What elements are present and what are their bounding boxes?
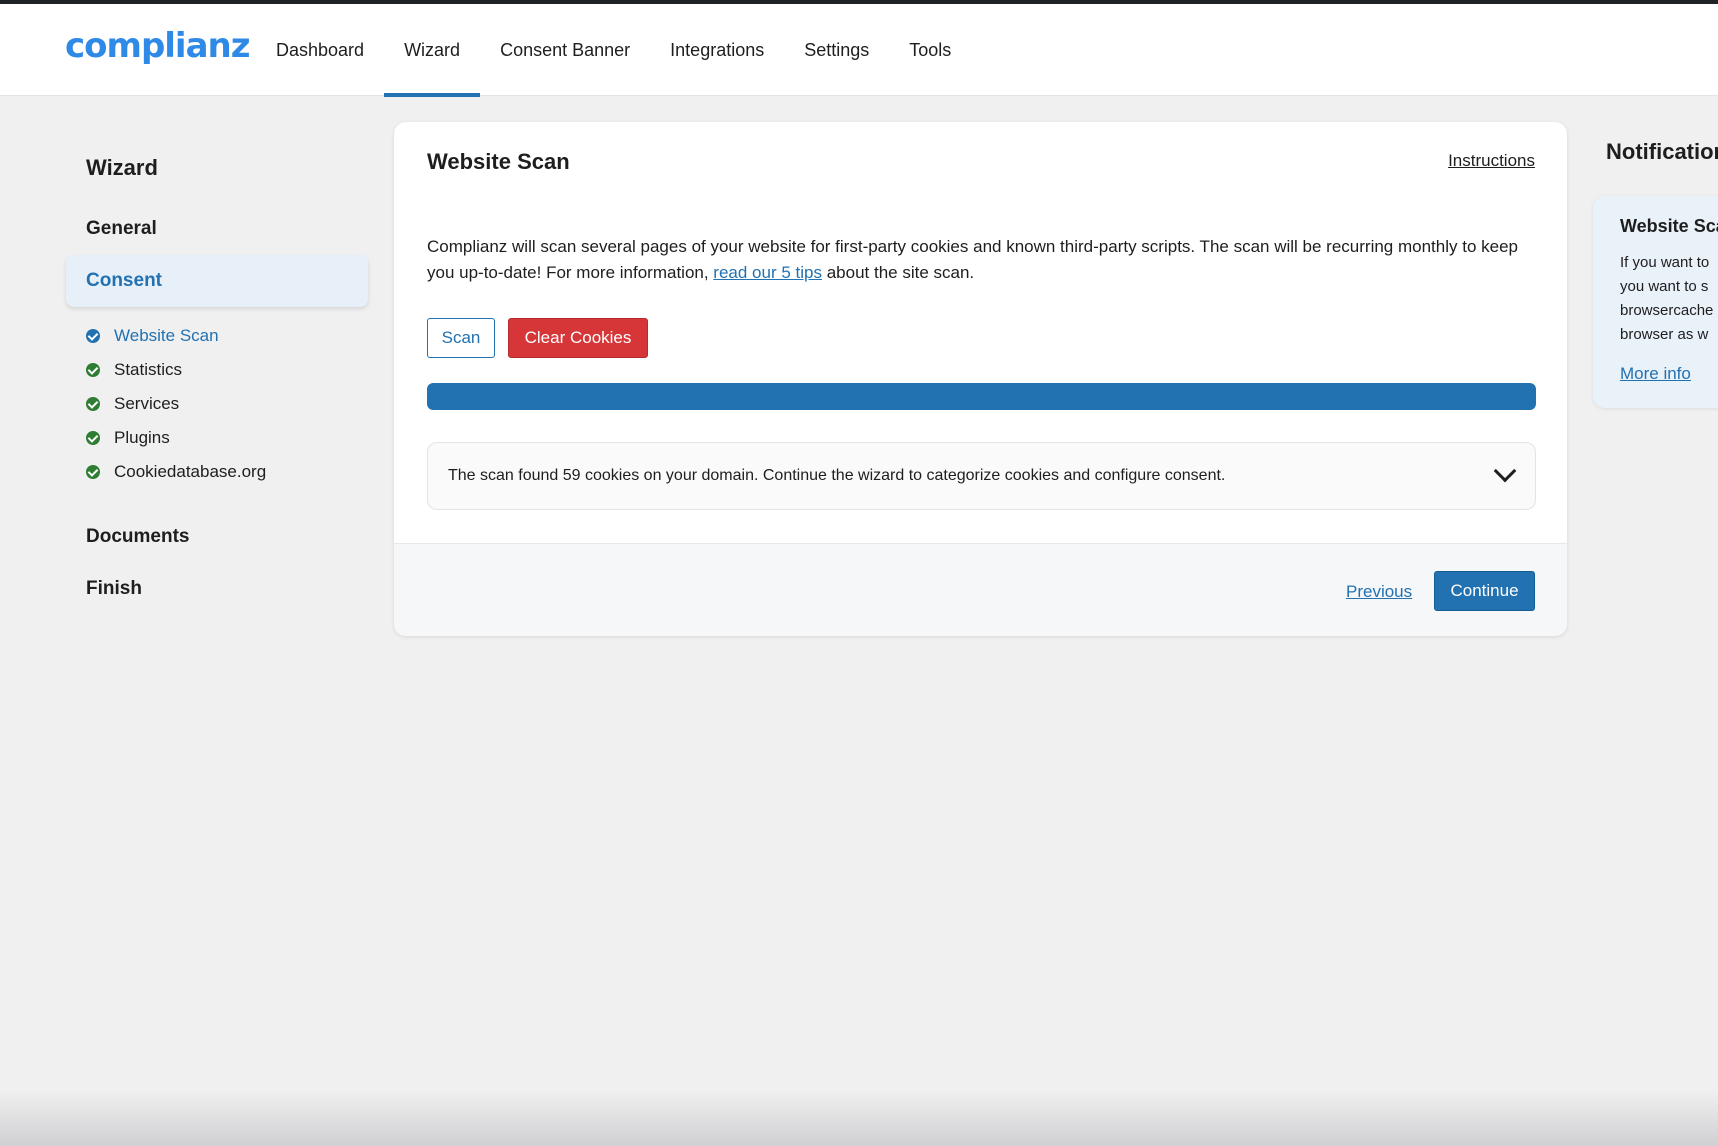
step-label: Services bbox=[114, 394, 180, 413]
previous-link[interactable]: Previous bbox=[1346, 582, 1412, 602]
nav-integrations[interactable]: Integrations bbox=[650, 4, 784, 96]
website-scan-card: Website Scan Instructions Complianz will… bbox=[394, 122, 1567, 636]
consent-steps: Website Scan Statistics Services Plugins… bbox=[86, 319, 368, 489]
step-label: Website Scan bbox=[114, 326, 219, 345]
check-circle-icon bbox=[86, 329, 100, 343]
card-title: Website Scan bbox=[427, 149, 570, 174]
nav-tools[interactable]: Tools bbox=[889, 4, 971, 96]
notification-line: If you want to bbox=[1620, 254, 1710, 271]
sidebar-section-finish[interactable]: Finish bbox=[66, 563, 368, 615]
step-services[interactable]: Services bbox=[86, 387, 368, 421]
step-label: Cookiedatabase.org bbox=[114, 462, 267, 481]
step-label: Statistics bbox=[114, 360, 183, 379]
main-nav: Dashboard Wizard Consent Banner Integrat… bbox=[256, 4, 971, 97]
continue-button[interactable]: Continue bbox=[1434, 571, 1535, 611]
step-label: Plugins bbox=[114, 428, 170, 447]
nav-dashboard[interactable]: Dashboard bbox=[256, 4, 384, 96]
top-header: complianz Dashboard Wizard Consent Banne… bbox=[0, 4, 1718, 97]
description-text-end: about the site scan. bbox=[821, 263, 975, 282]
notification-line: browsercache bbox=[1620, 302, 1714, 319]
instructions-link[interactable]: Instructions bbox=[1448, 151, 1535, 171]
step-website-scan[interactable]: Website Scan bbox=[86, 319, 368, 353]
bottom-fade bbox=[0, 1090, 1718, 1146]
check-circle-icon bbox=[86, 465, 100, 479]
notification-card: Website Sca If you want to you want to s… bbox=[1593, 196, 1718, 408]
sidebar-section-consent[interactable]: Consent bbox=[66, 255, 368, 307]
notification-line: browser as w bbox=[1620, 326, 1709, 343]
check-circle-icon bbox=[86, 431, 100, 445]
scan-progress-bar bbox=[427, 383, 1536, 410]
sidebar-section-documents[interactable]: Documents bbox=[66, 511, 368, 563]
wizard-sidebar: Wizard General Consent Website Scan Stat… bbox=[66, 140, 368, 615]
card-footer: Previous Continue bbox=[394, 543, 1567, 636]
check-circle-icon bbox=[86, 363, 100, 377]
sidebar-section-general[interactable]: General bbox=[66, 203, 368, 255]
step-cookiedatabase[interactable]: Cookiedatabase.org bbox=[86, 455, 368, 489]
notifications-title: Notification bbox=[1606, 139, 1718, 164]
notification-body: If you want to you want to s browsercach… bbox=[1620, 251, 1718, 347]
check-circle-icon bbox=[86, 397, 100, 411]
notification-title: Website Sca bbox=[1620, 216, 1718, 236]
progress-fill bbox=[427, 383, 1536, 410]
notification-line: you want to s bbox=[1620, 278, 1709, 295]
sidebar-title: Wizard bbox=[86, 155, 158, 180]
nav-wizard[interactable]: Wizard bbox=[384, 4, 481, 97]
scan-button[interactable]: Scan bbox=[427, 318, 495, 358]
scan-result-text: The scan found 59 cookies on your domain… bbox=[448, 467, 1226, 484]
nav-settings[interactable]: Settings bbox=[784, 4, 889, 96]
scan-result-accordion[interactable]: The scan found 59 cookies on your domain… bbox=[427, 442, 1536, 510]
chevron-down-icon[interactable] bbox=[1493, 459, 1517, 483]
scan-description: Complianz will scan several pages of you… bbox=[427, 234, 1537, 286]
nav-consent-banner[interactable]: Consent Banner bbox=[480, 4, 650, 96]
step-statistics[interactable]: Statistics bbox=[86, 353, 368, 387]
tips-link[interactable]: read our 5 tips bbox=[713, 263, 822, 282]
clear-cookies-button[interactable]: Clear Cookies bbox=[508, 318, 648, 358]
more-info-link[interactable]: More info bbox=[1620, 364, 1691, 384]
step-plugins[interactable]: Plugins bbox=[86, 421, 368, 455]
complianz-logo[interactable]: complianz bbox=[65, 26, 251, 66]
